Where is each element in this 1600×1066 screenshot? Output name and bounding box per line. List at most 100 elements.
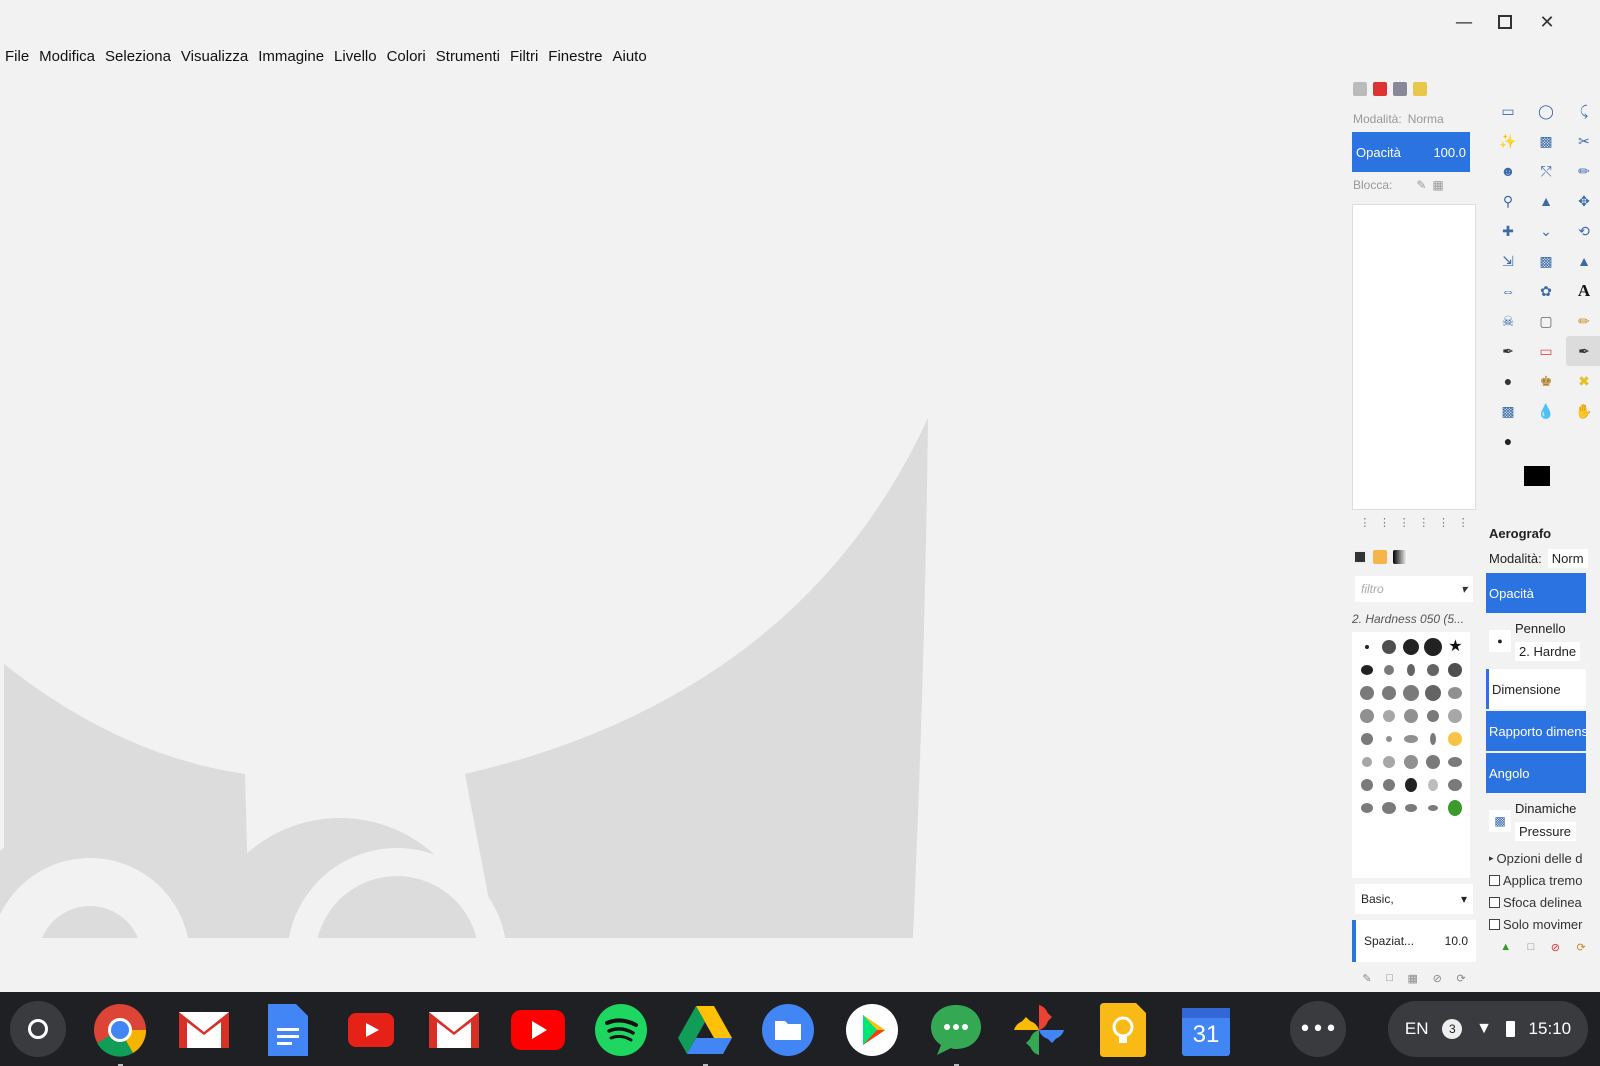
photos-app[interactable]	[1011, 1002, 1067, 1058]
aspect-ratio-slider[interactable]: Rapporto dimens	[1486, 711, 1586, 751]
menu-livello[interactable]: Livello	[329, 45, 382, 69]
align-tool-icon[interactable]: ✚	[1490, 216, 1526, 246]
fg-bg-colors[interactable]	[1486, 456, 1600, 502]
brush-item[interactable]	[1383, 665, 1394, 675]
crop-tool-icon[interactable]: ⌄	[1528, 216, 1564, 246]
brush-item[interactable]	[1448, 687, 1463, 699]
menu-colori[interactable]: Colori	[382, 45, 431, 69]
flip-tool-icon[interactable]: ⇔	[1490, 276, 1526, 306]
delete-brush-icon[interactable]: ⊘	[1433, 972, 1442, 985]
angle-slider[interactable]: Angolo	[1486, 753, 1586, 793]
brush-item[interactable]	[1402, 685, 1419, 701]
edit-brush-icon[interactable]: ✎	[1362, 972, 1371, 985]
delete-layer-icon[interactable]: ⋮	[1458, 516, 1469, 532]
brush-item[interactable]	[1385, 736, 1392, 742]
brush-item[interactable]	[1360, 803, 1373, 813]
gmail-app-2[interactable]	[426, 1002, 482, 1058]
apply-jitter-checkbox[interactable]: Applica tremo	[1486, 869, 1586, 891]
brush-item[interactable]	[1448, 709, 1463, 723]
duplicate-layer-icon[interactable]: ⋮	[1418, 516, 1429, 532]
menu-modifica[interactable]: Modifica	[34, 45, 100, 69]
gmail-app[interactable]	[176, 1002, 232, 1058]
fuzzy-select-tool-icon[interactable]: ✨	[1490, 126, 1526, 156]
paths-tool-icon[interactable]: ⤲	[1528, 156, 1564, 186]
smooth-stroke-checkbox[interactable]: Sfoca delinea	[1486, 891, 1586, 913]
brush-item[interactable]	[1448, 732, 1463, 746]
lock-pixels-icon[interactable]: ✎	[1416, 178, 1426, 192]
brush-preview-icon[interactable]: ●	[1489, 630, 1511, 652]
tool-opacity-slider[interactable]: Opacità	[1486, 573, 1586, 613]
brush-item[interactable]	[1404, 804, 1417, 812]
text-tool-icon[interactable]: A	[1566, 276, 1600, 306]
lasso-tool-icon[interactable]: ⤹	[1566, 96, 1600, 126]
airbrush-tool-icon[interactable]: ✒	[1566, 336, 1600, 366]
reset-options-icon[interactable]: ⟳	[1577, 941, 1586, 954]
maximize-button[interactable]	[1491, 8, 1519, 36]
ellipse-select-tool-icon[interactable]: ◯	[1528, 96, 1564, 126]
foreground-select-tool-icon[interactable]: ☻	[1490, 156, 1526, 186]
pencil-tool-icon[interactable]: ✏	[1566, 306, 1600, 336]
lower-layer-icon[interactable]: ⋮	[1399, 516, 1410, 532]
paths-tab-icon[interactable]	[1393, 82, 1407, 96]
blend-tool-icon[interactable]: ▢	[1528, 306, 1564, 336]
menu-aiuto[interactable]: Aiuto	[607, 45, 651, 69]
layer-mode-select[interactable]: Norma	[1408, 112, 1444, 126]
brush-item[interactable]	[1448, 757, 1463, 767]
brush-item[interactable]	[1427, 710, 1440, 722]
brush-item[interactable]	[1381, 686, 1396, 700]
brush-item[interactable]	[1364, 645, 1369, 649]
blur-tool-icon[interactable]: 💧	[1528, 396, 1564, 426]
image-canvas[interactable]	[0, 76, 1344, 958]
gradients-tab-icon[interactable]	[1393, 550, 1407, 564]
brush-spacing-spinner[interactable]: Spaziat... 10.0	[1352, 920, 1476, 962]
new-layer-icon[interactable]: ⋮	[1359, 516, 1370, 532]
color-select-tool-icon[interactable]: ▩	[1528, 126, 1564, 156]
smudge-tool-icon[interactable]: ✋	[1566, 396, 1600, 426]
brush-item[interactable]	[1424, 638, 1443, 656]
brush-item[interactable]	[1359, 686, 1374, 700]
ink-tool-icon[interactable]: ●	[1490, 366, 1526, 396]
files-app[interactable]	[760, 1002, 816, 1058]
brush-item[interactable]	[1382, 756, 1395, 768]
brush-item[interactable]	[1360, 733, 1373, 745]
menu-visualizza[interactable]: Visualizza	[176, 45, 253, 69]
size-slider[interactable]: Dimensione	[1486, 669, 1586, 709]
brush-item[interactable]	[1425, 685, 1442, 701]
zoom-tool-icon[interactable]: ⚲	[1490, 186, 1526, 216]
clone-tool-icon[interactable]: ♚	[1528, 366, 1564, 396]
menu-finestre[interactable]: Finestre	[543, 45, 607, 69]
perspective-clone-tool-icon[interactable]: ▩	[1490, 396, 1526, 426]
brush-item[interactable]	[1382, 779, 1395, 791]
brush-item[interactable]	[1359, 709, 1374, 723]
brush-item[interactable]	[1381, 802, 1396, 814]
refresh-brush-icon[interactable]: ⟳	[1456, 972, 1465, 985]
minimize-button[interactable]: —	[1450, 8, 1478, 36]
eraser-tool-icon[interactable]: ▭	[1528, 336, 1564, 366]
tool-mode-select[interactable]: Norm	[1547, 548, 1588, 568]
brushes-tab-icon[interactable]	[1353, 550, 1367, 564]
dynamics-icon[interactable]: ▩	[1489, 810, 1511, 832]
lock-alpha-icon[interactable]: ▦	[1432, 178, 1443, 192]
measure-tool-icon[interactable]: ▲	[1528, 186, 1564, 216]
brush-item[interactable]	[1402, 639, 1419, 655]
paintbrush-tool-icon[interactable]: ✒	[1490, 336, 1526, 366]
docs-app[interactable]	[260, 1002, 316, 1058]
brush-grid[interactable]: ★	[1352, 632, 1470, 878]
menu-filtri[interactable]: Filtri	[505, 45, 543, 69]
play-store-app[interactable]	[844, 1002, 900, 1058]
scissors-tool-icon[interactable]: ✂	[1566, 126, 1600, 156]
move-tool-icon[interactable]: ✥	[1566, 186, 1600, 216]
close-button[interactable]: ✕	[1533, 8, 1561, 36]
brush-item[interactable]	[1428, 805, 1439, 811]
brush-item[interactable]	[1426, 755, 1441, 769]
layers-list[interactable]	[1352, 204, 1476, 510]
calendar-app[interactable]: 31	[1178, 1002, 1234, 1058]
brush-item[interactable]	[1361, 757, 1372, 767]
brush-item[interactable]	[1428, 779, 1439, 791]
brush-item[interactable]	[1448, 663, 1463, 677]
save-options-icon[interactable]: ▲	[1500, 941, 1511, 954]
brush-item[interactable]	[1360, 665, 1373, 675]
new-brush-icon[interactable]: □	[1386, 972, 1393, 985]
duplicate-brush-icon[interactable]: ▦	[1408, 972, 1418, 985]
menu-seleziona[interactable]: Seleziona	[100, 45, 176, 69]
